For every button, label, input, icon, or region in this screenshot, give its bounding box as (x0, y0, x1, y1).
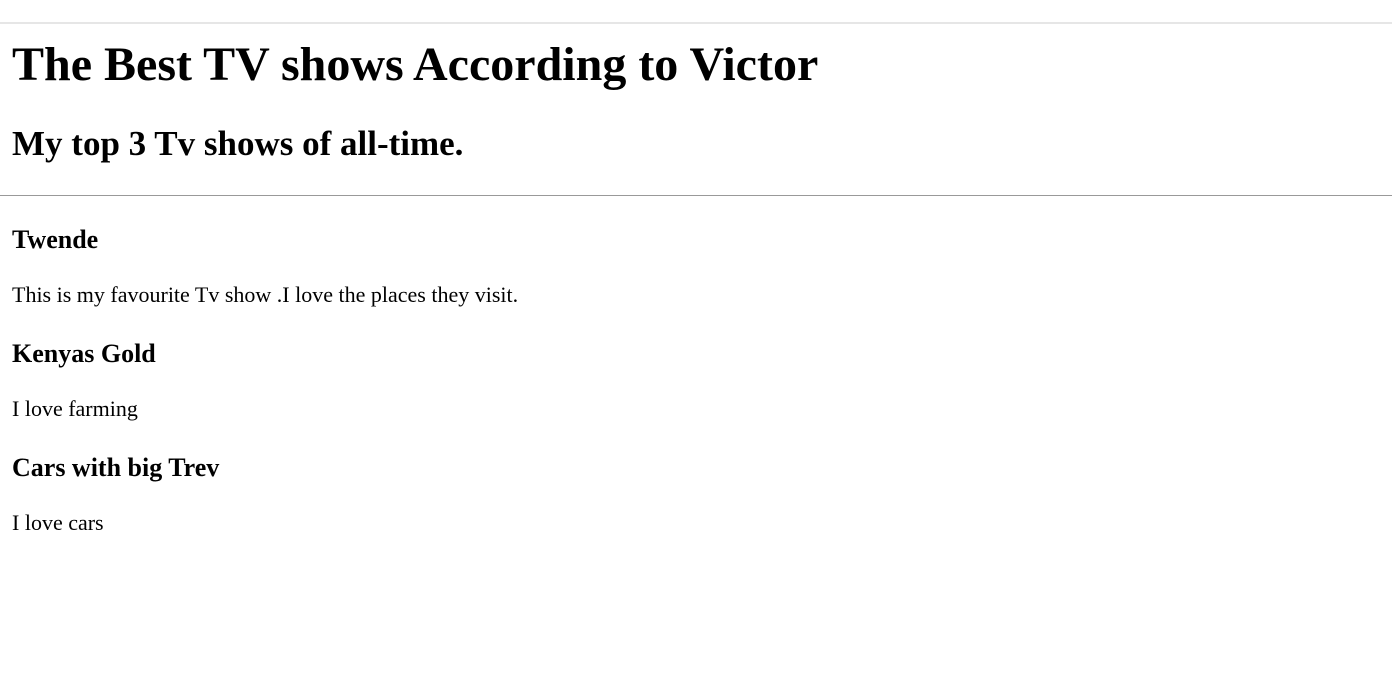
top-divider (0, 22, 1392, 24)
show-description: I love cars (12, 510, 104, 535)
page-subtitle: My top 3 Tv shows of all-time. (12, 124, 464, 163)
show-description: I love farming (12, 396, 138, 421)
show-description: This is my favourite Tv show .I love the… (12, 282, 519, 307)
show-title: Kenyas Gold (12, 339, 156, 368)
show-title: Twende (12, 225, 99, 254)
section-divider (0, 195, 1392, 196)
show-item-kenyas-gold: Kenyas Gold I love farming (12, 338, 1380, 422)
show-item-twende: Twende This is my favourite Tv show .I l… (12, 224, 1380, 308)
show-title: Cars with big Trev (12, 453, 220, 482)
show-item-cars-with-big-trev: Cars with big Trev I love cars (12, 452, 1380, 536)
show-list: Twende This is my favourite Tv show .I l… (12, 224, 1380, 536)
page-title: The Best TV shows According to Victor (12, 38, 819, 91)
